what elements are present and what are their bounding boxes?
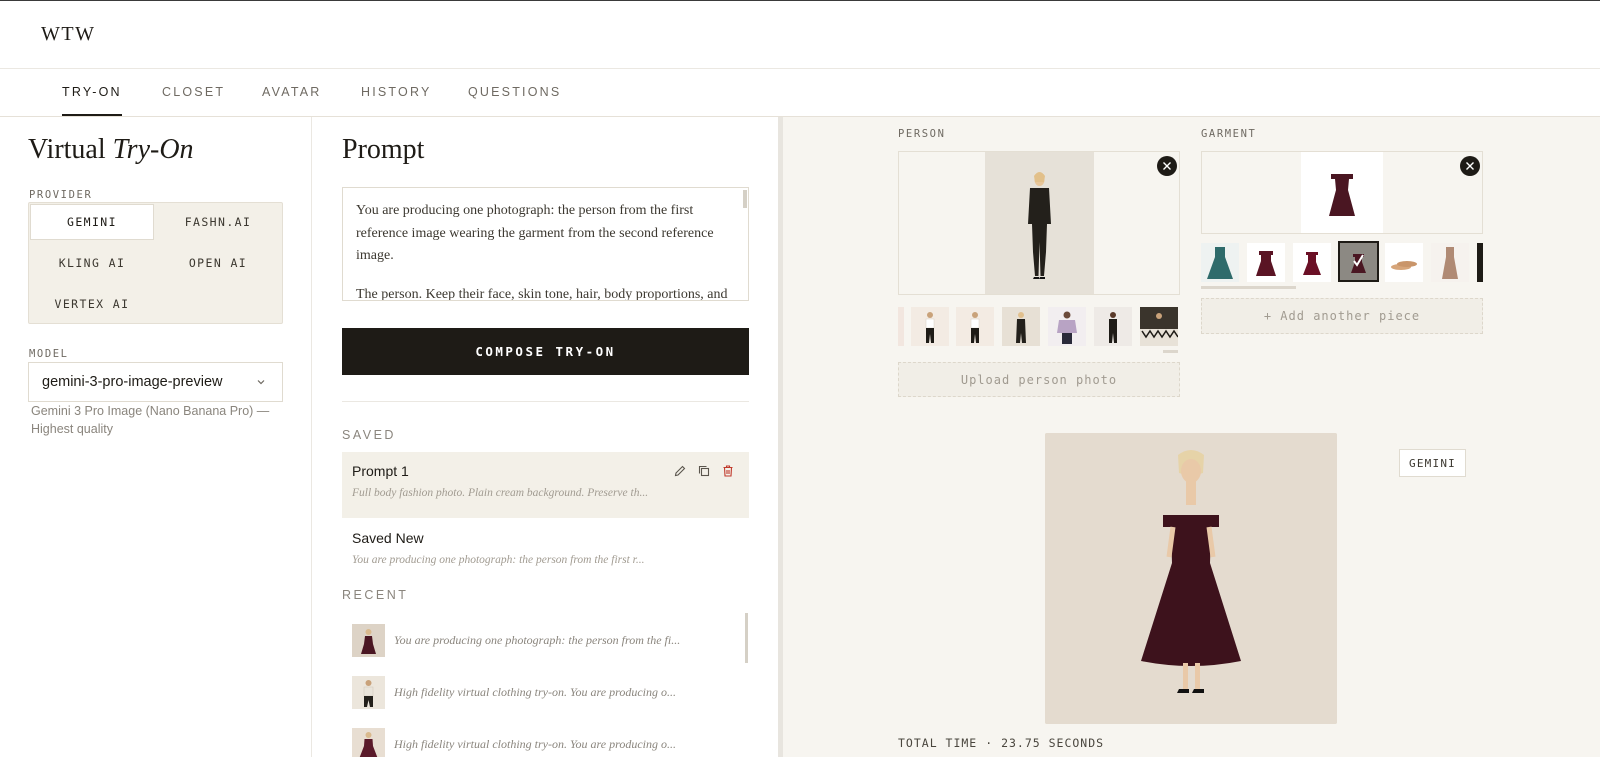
saved-prompt-item[interactable]: Saved New You are producing one photogra… — [342, 519, 749, 585]
upload-person-button[interactable]: Upload person photo — [898, 362, 1180, 397]
tab-questions[interactable]: QUESTIONS — [468, 85, 561, 116]
provider-selector: GEMINI FASHN.AI KLING AI OPEN AI VERTEX … — [28, 202, 283, 324]
close-icon — [1466, 162, 1474, 170]
close-icon — [1163, 162, 1171, 170]
settings-panel: Virtual Try-On PROVIDER GEMINI FASHN.AI … — [0, 117, 312, 757]
total-time-label: TOTAL TIME — [898, 736, 978, 750]
provider-kling-button[interactable]: KLING AI — [30, 245, 154, 281]
recent-thumbnail — [352, 623, 385, 657]
model-label: MODEL — [29, 348, 69, 360]
garment-thumbnail[interactable] — [1431, 243, 1469, 282]
recent-thumbnail — [352, 675, 385, 709]
provider-fashn-button[interactable]: FASHN.AI — [156, 204, 280, 240]
person-thumbnail[interactable] — [1094, 307, 1132, 346]
person-thumbnails-scrollbar[interactable] — [1163, 350, 1178, 353]
add-another-piece-button[interactable]: + Add another piece — [1201, 298, 1483, 334]
tab-avatar[interactable]: AVATAR — [262, 85, 322, 116]
edit-icon[interactable] — [673, 464, 687, 478]
garment-thumbnail-selected[interactable] — [1338, 241, 1379, 282]
garment-label: GARMENT — [1201, 128, 1257, 140]
recent-prompt-text: You are producing one photograph: the pe… — [394, 632, 681, 647]
person-thumbnail[interactable] — [956, 307, 994, 346]
garment-thumbnail[interactable] — [1477, 243, 1483, 282]
garment-card — [1201, 151, 1483, 234]
saved-label: SAVED — [342, 428, 396, 442]
prompt-scrollbar[interactable] — [743, 190, 747, 208]
recent-label: RECENT — [342, 588, 409, 602]
trash-icon[interactable] — [721, 464, 735, 478]
divider — [342, 401, 749, 402]
garment-thumbnails-scrollbar[interactable] — [1201, 286, 1296, 289]
app-logo[interactable]: WTW — [41, 23, 95, 46]
saved-prompt-actions — [673, 464, 735, 478]
provider-label: PROVIDER — [29, 189, 93, 201]
model-description: Gemini 3 Pro Image (Nano Banana Pro) — H… — [31, 404, 270, 436]
provider-openai-button[interactable]: OPEN AI — [156, 245, 280, 281]
compose-try-on-button[interactable]: COMPOSE TRY-ON — [342, 328, 749, 375]
tab-closet[interactable]: CLOSET — [162, 85, 225, 116]
saved-prompt-name: Saved New — [352, 530, 424, 546]
person-thumbnail[interactable] — [1048, 307, 1086, 346]
provider-gemini-button[interactable]: GEMINI — [30, 204, 154, 240]
person-thumbnail[interactable] — [898, 307, 904, 346]
page-title-plain: Virtual — [28, 134, 106, 165]
person-thumbnail[interactable] — [1140, 307, 1178, 346]
prompt-text-para1: You are producing one photograph: the pe… — [356, 203, 714, 263]
garment-thumbnail[interactable] — [1201, 243, 1239, 282]
garment-photo — [1301, 152, 1383, 233]
saved-prompt-item[interactable]: Prompt 1 Full body fashion photo. Plain … — [342, 452, 749, 518]
saved-prompt-preview: You are producing one photograph: the pe… — [352, 554, 645, 566]
provider-vertex-button[interactable]: VERTEX AI — [30, 286, 154, 322]
preview-panel: PERSON GARMENT Upload person photo + Add… — [783, 117, 1600, 757]
recent-prompt-item[interactable]: High fidelity virtual clothing try-on. Y… — [352, 727, 742, 757]
garment-thumbnail[interactable] — [1247, 243, 1285, 282]
page-title: Virtual Try-On — [28, 134, 194, 166]
tab-try-on[interactable]: TRY-ON — [62, 85, 122, 116]
total-time-value: 23.75 SECONDS — [1001, 736, 1105, 750]
chevron-down-icon — [257, 380, 265, 385]
remove-garment-button[interactable] — [1460, 156, 1480, 176]
person-thumbnail[interactable] — [1002, 307, 1040, 346]
person-photo — [985, 152, 1094, 294]
total-time-separator: · — [985, 736, 994, 750]
recent-scrollbar[interactable] — [745, 613, 748, 663]
total-time: TOTAL TIME · 23.75 SECONDS — [898, 736, 1104, 750]
garment-thumbnail[interactable] — [1385, 243, 1423, 282]
copy-icon[interactable] — [697, 464, 711, 478]
person-thumbnail[interactable] — [911, 307, 949, 346]
tab-history[interactable]: HISTORY — [361, 85, 432, 116]
person-card — [898, 151, 1180, 295]
result-image[interactable] — [1045, 433, 1337, 724]
saved-prompt-preview: Full body fashion photo. Plain cream bac… — [352, 487, 649, 499]
person-label: PERSON — [898, 128, 946, 140]
app-header: WTW — [0, 1, 1600, 69]
prompt-panel: Prompt You are producing one photograph:… — [312, 117, 778, 757]
prompt-textarea[interactable]: You are producing one photograph: the pe… — [342, 187, 749, 301]
recent-prompt-text: High fidelity virtual clothing try-on. Y… — [394, 736, 676, 751]
prompt-title: Prompt — [342, 134, 425, 165]
recent-prompt-text: High fidelity virtual clothing try-on. Y… — [394, 684, 676, 699]
result-provider-badge: GEMINI — [1399, 449, 1466, 477]
recent-prompt-item[interactable]: High fidelity virtual clothing try-on. Y… — [352, 675, 742, 709]
remove-person-button[interactable] — [1157, 156, 1177, 176]
model-select[interactable]: gemini-3-pro-image-preview — [28, 362, 283, 402]
page-title-italic: Try-On — [112, 134, 194, 165]
garment-thumbnail[interactable] — [1293, 243, 1331, 282]
recent-prompt-item[interactable]: You are producing one photograph: the pe… — [352, 623, 742, 657]
model-select-value: gemini-3-pro-image-preview — [42, 374, 223, 390]
prompt-text-para2: The person. Keep their face, skin tone, … — [356, 286, 728, 301]
recent-thumbnail — [352, 727, 385, 757]
main-nav: TRY-ON CLOSET AVATAR HISTORY QUESTIONS — [0, 69, 1600, 117]
